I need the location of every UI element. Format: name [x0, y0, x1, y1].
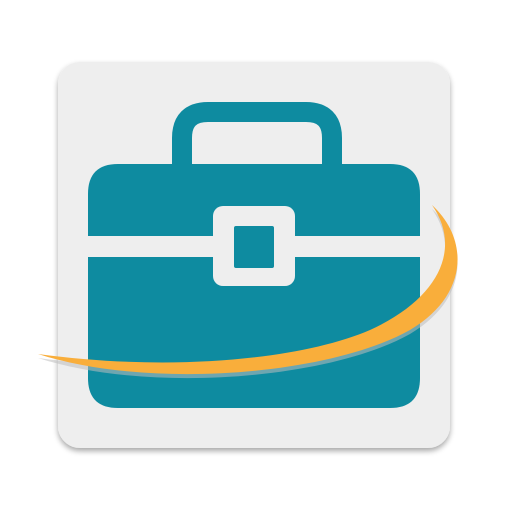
app-icon	[0, 0, 512, 512]
briefcase-icon	[38, 62, 458, 448]
clasp	[234, 226, 274, 268]
